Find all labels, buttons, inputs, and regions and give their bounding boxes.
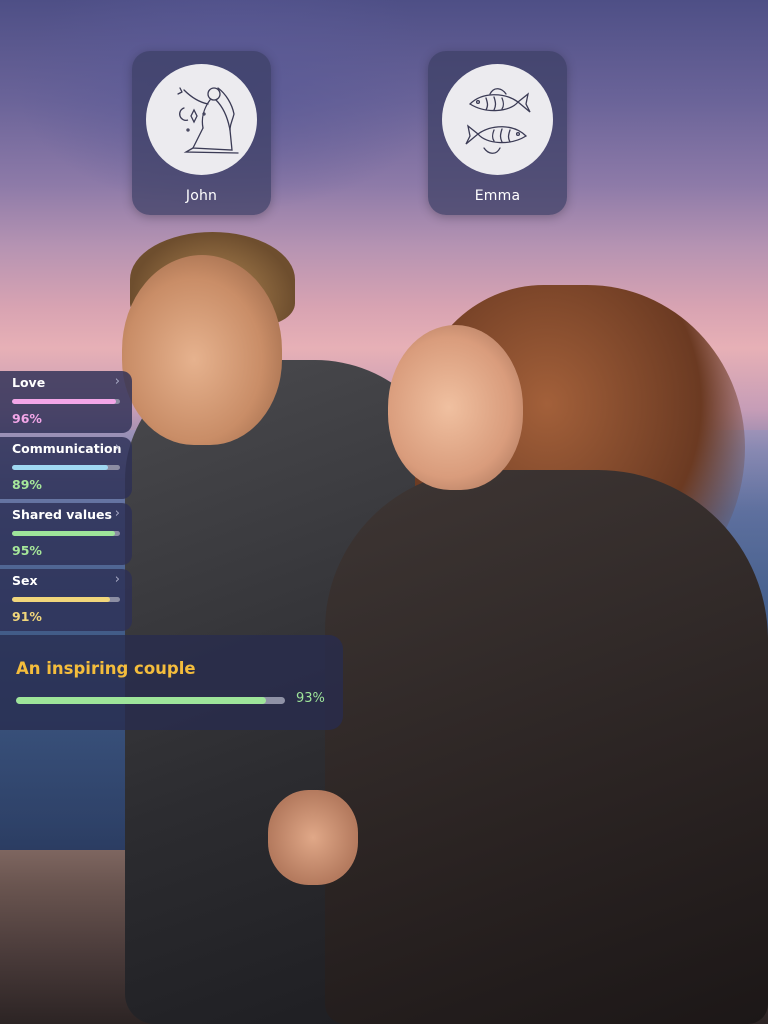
progress-fill <box>12 531 115 536</box>
metric-value: 96% <box>12 411 42 426</box>
profile-name: John <box>185 188 218 204</box>
progress-track <box>12 399 120 404</box>
metric-value: 91% <box>12 609 42 624</box>
summary-progress-fill <box>16 697 267 704</box>
profile-card-emma[interactable]: Emma <box>428 51 567 215</box>
metric-sex[interactable]: Sex › 91% <box>0 569 132 631</box>
progress-fill <box>12 597 111 602</box>
holding-hands <box>268 790 358 885</box>
profile-name: Emma <box>474 188 521 204</box>
chevron-right-icon: › <box>114 440 120 455</box>
progress-track <box>12 465 120 470</box>
metric-label: Love <box>12 375 46 390</box>
metric-value: 89% <box>12 477 42 492</box>
metric-value: 95% <box>12 543 42 558</box>
metric-communication[interactable]: Communication › 89% <box>0 437 132 499</box>
woman-face <box>388 325 523 490</box>
progress-fill <box>12 399 116 404</box>
chevron-right-icon: › <box>114 374 120 389</box>
metric-label: Sex <box>12 573 38 588</box>
chevron-right-icon: › <box>114 572 120 587</box>
summary-progress-track <box>16 697 285 704</box>
profile-card-john[interactable]: John <box>132 51 271 215</box>
metric-love[interactable]: Love › 96% <box>0 371 132 433</box>
progress-fill <box>12 465 109 470</box>
chevron-right-icon: › <box>114 506 120 521</box>
progress-track <box>12 597 120 602</box>
summary-title: An inspiring couple <box>16 659 196 678</box>
metric-label: Shared values <box>12 507 112 522</box>
summary-value: 93% <box>296 691 325 706</box>
man-face <box>122 255 282 445</box>
virgo-icon <box>146 64 257 175</box>
compatibility-summary-card[interactable]: An inspiring couple 93% <box>0 635 343 730</box>
pisces-icon <box>442 64 553 175</box>
woman-figure <box>325 470 768 1024</box>
metric-label: Communication <box>12 441 122 456</box>
metric-shared-values[interactable]: Shared values › 95% <box>0 503 132 565</box>
progress-track <box>12 531 120 536</box>
